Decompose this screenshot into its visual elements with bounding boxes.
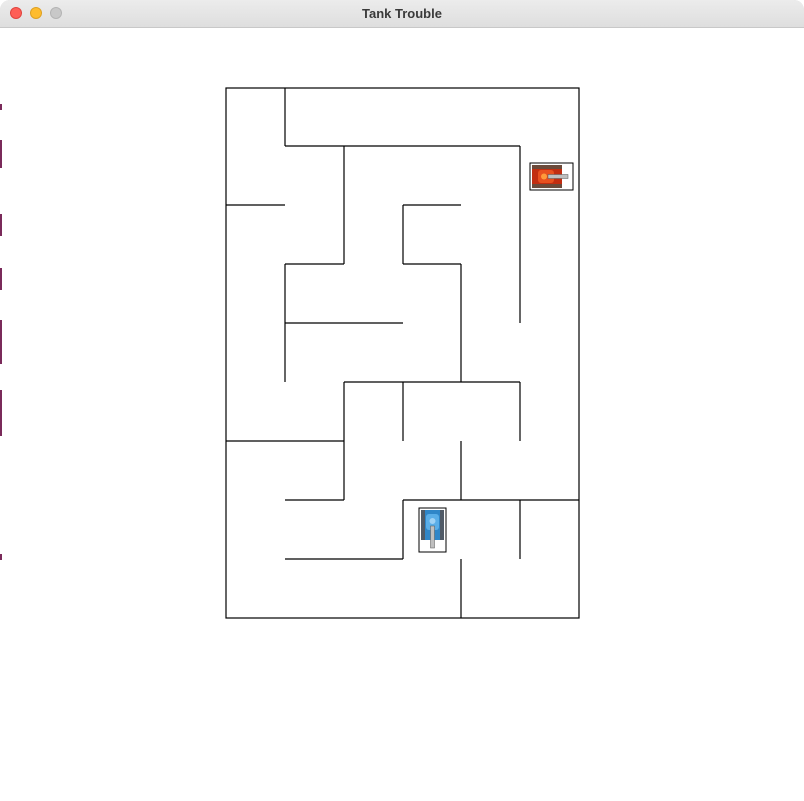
game-canvas[interactable] <box>0 28 804 801</box>
blue-tank <box>418 507 447 553</box>
maze-walls <box>225 87 580 619</box>
game-window: Tank Trouble <box>0 0 804 801</box>
red-tank <box>529 162 574 191</box>
window-title: Tank Trouble <box>362 6 442 21</box>
maze-board <box>225 87 580 619</box>
title-bar[interactable]: Tank Trouble <box>0 0 804 28</box>
